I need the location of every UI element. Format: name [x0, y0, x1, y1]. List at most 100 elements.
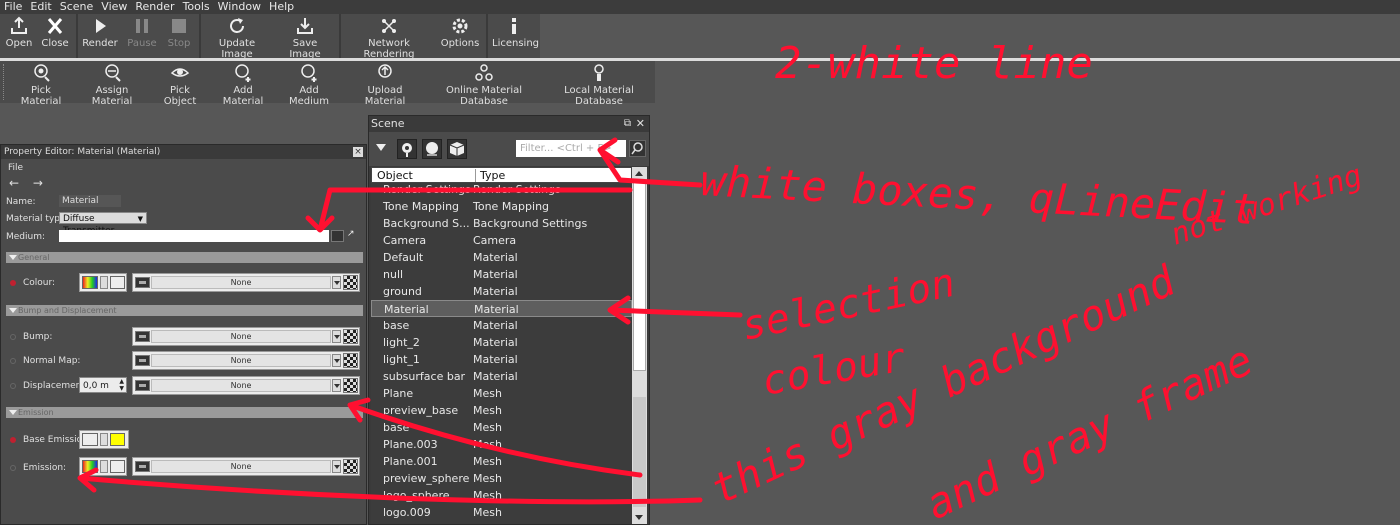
displacement-enabled-indicator[interactable]	[10, 383, 16, 389]
normal-map-texture-value[interactable]: None	[151, 354, 331, 367]
bump-texture-dropdown[interactable]	[332, 330, 341, 343]
toolbar-grip[interactable]	[3, 64, 5, 100]
online-material-database-button[interactable]: Online Material Database	[428, 63, 540, 107]
checker-icon[interactable]	[343, 353, 358, 368]
spinner-icon[interactable]: ▲ ▼	[119, 378, 124, 392]
section-emission[interactable]: Emission	[6, 407, 363, 418]
normal-map-enabled-indicator[interactable]	[10, 358, 16, 364]
scene-tree-row[interactable]: preview_base Mesh	[371, 402, 632, 419]
pick-material-button[interactable]: Pick Material	[12, 63, 70, 107]
colour-swatch[interactable]	[110, 276, 125, 289]
scene-tree-row[interactable]: logo.009 Mesh	[371, 504, 632, 521]
scrollbar-thumb[interactable]	[633, 181, 646, 371]
scene-tree-row[interactable]: light_2 Material	[371, 334, 632, 351]
menu-help[interactable]: Help	[265, 0, 298, 14]
property-editor-file-menu[interactable]: File	[8, 163, 23, 173]
menu-scene[interactable]: Scene	[56, 0, 98, 14]
scene-tree-row[interactable]: Material Material	[371, 300, 632, 317]
colour-texture-value[interactable]: None	[151, 276, 331, 289]
displacement-texture-slot[interactable]: None	[132, 376, 360, 395]
base-emission-picker[interactable]	[79, 430, 129, 449]
search-icon[interactable]	[629, 140, 646, 157]
checker-icon[interactable]	[343, 275, 358, 290]
licensing-button[interactable]: Licensing	[492, 16, 539, 49]
options-button[interactable]: Options	[440, 16, 480, 49]
emission-colour-dropdown[interactable]	[100, 460, 108, 473]
menu-edit[interactable]: Edit	[26, 0, 55, 14]
close-button[interactable]: Close	[40, 16, 70, 49]
emission-texture-value[interactable]: None	[151, 460, 331, 473]
close-icon[interactable]: ✕	[636, 116, 645, 132]
checker-icon[interactable]	[343, 329, 358, 344]
checker-icon[interactable]	[343, 459, 358, 474]
scroll-up-icon[interactable]	[635, 171, 643, 176]
colour-enabled-indicator[interactable]	[10, 280, 16, 286]
colour-picker[interactable]	[79, 273, 127, 292]
add-medium-button[interactable]: Add Medium	[280, 63, 338, 107]
medium-browse-button[interactable]	[331, 230, 344, 242]
menu-view[interactable]: View	[97, 0, 131, 14]
scene-tree-row[interactable]: light_1 Material	[371, 351, 632, 368]
scene-tree-row[interactable]: Tone Mapping Tone Mapping	[371, 198, 632, 215]
float-icon[interactable]: ⧉	[624, 116, 631, 132]
save-image-button[interactable]: Save Image	[277, 16, 333, 60]
menu-window[interactable]: Window	[214, 0, 265, 14]
update-image-button[interactable]: Update Image	[204, 16, 270, 60]
scene-tree-row[interactable]: base Mesh	[371, 419, 632, 436]
pick-object-button[interactable]: Pick Object	[154, 63, 206, 107]
colour-texture-dropdown[interactable]	[332, 276, 341, 289]
close-icon[interactable]: ×	[353, 147, 363, 157]
menu-tools[interactable]: Tools	[179, 0, 214, 14]
scene-tree-row[interactable]: Background S... Background Settings	[371, 215, 632, 232]
scene-tree-row[interactable]: Plane Mesh	[371, 385, 632, 402]
pin-icon[interactable]: ↗	[347, 229, 355, 239]
scene-filter-input[interactable]: Filter... <Ctrl + F>	[516, 140, 626, 157]
base-emission-swatch[interactable]	[110, 433, 125, 446]
section-general[interactable]: General	[6, 252, 363, 263]
menu-render[interactable]: Render	[131, 0, 178, 14]
camera-filter-button[interactable]	[397, 139, 417, 159]
pause-button[interactable]: Pause	[126, 16, 158, 49]
scene-menu-button[interactable]	[373, 139, 393, 159]
scene-tree-row[interactable]: Render Settings Render Settings	[371, 181, 632, 198]
medium-field[interactable]	[59, 230, 329, 242]
upload-material-button[interactable]: Upload Material	[350, 63, 420, 107]
scene-tree-row[interactable]: Plane.003 Mesh	[371, 436, 632, 453]
colour-dropdown[interactable]	[100, 276, 108, 289]
name-field[interactable]: Material	[59, 195, 121, 207]
scene-tree-row[interactable]: base Material	[371, 317, 632, 334]
stop-button[interactable]: Stop	[164, 16, 194, 49]
emission-enabled-indicator[interactable]	[10, 465, 16, 471]
assign-material-button[interactable]: Assign Material	[78, 63, 146, 107]
scroll-down-icon[interactable]	[635, 515, 643, 520]
material-type-select[interactable]: Diffuse Transmitter ▼	[59, 212, 147, 236]
emission-colour-picker[interactable]	[79, 457, 127, 476]
emission-colour-swatch[interactable]	[110, 460, 125, 473]
open-button[interactable]: Open	[5, 16, 33, 49]
base-emission-dropdown[interactable]	[100, 433, 108, 446]
mesh-filter-button[interactable]	[447, 139, 467, 159]
colour-texture-slot[interactable]: None	[132, 273, 360, 292]
displacement-texture-dropdown[interactable]	[332, 379, 341, 392]
scene-tree-row[interactable]: preview_sphere Mesh	[371, 470, 632, 487]
emission-texture-dropdown[interactable]	[332, 460, 341, 473]
local-material-database-button[interactable]: Local Material Database	[546, 63, 652, 107]
displacement-spinbox[interactable]: 0,0 m ▲ ▼	[79, 377, 127, 393]
back-arrow-icon[interactable]: ←	[9, 176, 19, 190]
scene-titlebar[interactable]: Scene ⧉ ✕	[369, 116, 649, 132]
bump-enabled-indicator[interactable]	[10, 334, 16, 340]
emission-texture-slot[interactable]: None	[132, 457, 360, 476]
material-filter-button[interactable]	[422, 139, 442, 159]
scene-tree-row[interactable]: subsurface bar Material	[371, 368, 632, 385]
scene-tree-row[interactable]: logo_sphere Mesh	[371, 487, 632, 504]
section-bump-displacement[interactable]: Bump and Displacement	[6, 305, 363, 316]
network-rendering-button[interactable]: Network Rendering	[345, 16, 433, 60]
scene-tree-row[interactable]: Plane.001 Mesh	[371, 453, 632, 470]
scene-tree-row[interactable]: null Material	[371, 266, 632, 283]
bump-texture-value[interactable]: None	[151, 330, 331, 343]
scene-tree-row[interactable]: ground Material	[371, 283, 632, 300]
scene-tree-row[interactable]: Default Material	[371, 249, 632, 266]
checker-icon[interactable]	[343, 378, 358, 393]
render-button[interactable]: Render	[82, 16, 118, 49]
normal-map-texture-slot[interactable]: None	[132, 351, 360, 370]
